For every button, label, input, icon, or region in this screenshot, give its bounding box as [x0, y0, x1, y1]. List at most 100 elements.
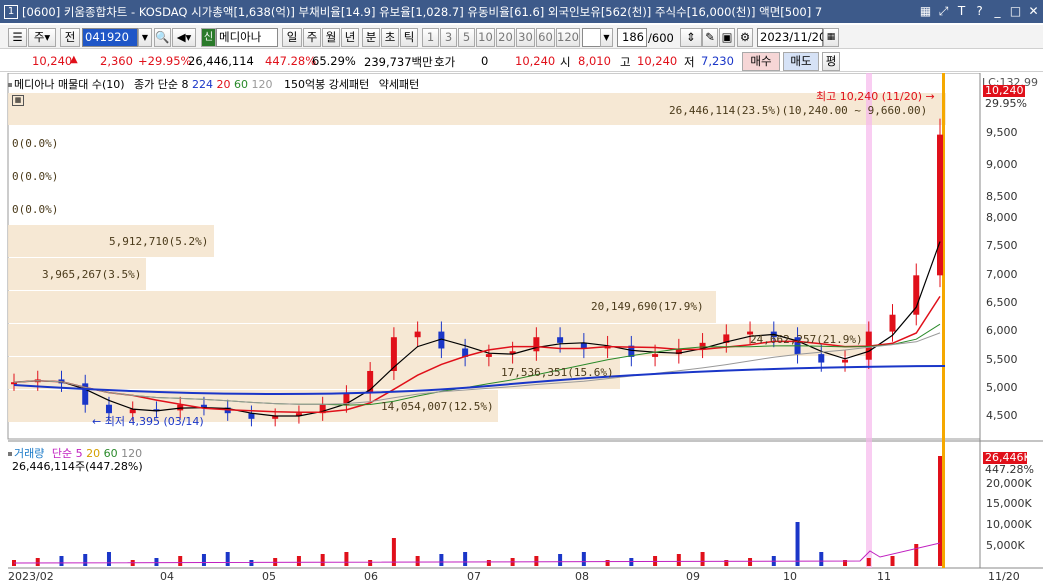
save-icon[interactable]: ▣: [719, 28, 735, 47]
help-icon[interactable]: ?: [972, 3, 987, 19]
legend-marker: [8, 83, 12, 87]
interval-120-button[interactable]: 120: [556, 28, 580, 47]
volume-bar: [320, 554, 325, 566]
speaker-icon[interactable]: ◀▾: [172, 28, 196, 47]
close-icon[interactable]: ✕: [1026, 3, 1041, 19]
stock-code-input[interactable]: 041920: [82, 28, 138, 47]
volume-bar: [225, 552, 230, 566]
calendar-icon[interactable]: ▦: [823, 28, 839, 47]
period-month-button[interactable]: 월: [322, 28, 340, 47]
chart-svg[interactable]: [0, 73, 1043, 586]
time-label-may: 05: [262, 570, 276, 583]
volume-bar: [106, 552, 111, 566]
gear-icon[interactable]: ⚙: [737, 28, 753, 47]
open-label: 시: [560, 55, 571, 69]
volume-bar: [486, 560, 491, 566]
interval-20-button[interactable]: 20: [496, 28, 515, 47]
candle-body: [652, 354, 659, 357]
high-label: 고: [620, 55, 631, 69]
volume-bar: [154, 558, 159, 566]
vtick-5000: 5,000K: [986, 539, 1025, 552]
legend-pattern-bull: 150억봉 강세패턴: [284, 78, 370, 91]
candle-body: [889, 314, 896, 332]
hamburger-icon[interactable]: ☰: [8, 28, 27, 47]
vtick-10000: 10,000K: [986, 518, 1032, 531]
highlight-column: [866, 73, 872, 568]
type-dropdown[interactable]: 주▾: [28, 28, 56, 47]
font-icon[interactable]: T: [954, 3, 969, 19]
interval-dropdown-icon[interactable]: ▼: [600, 28, 613, 47]
open-value: 8,010: [578, 54, 611, 68]
tick-8000: 8,000: [986, 211, 1018, 224]
interval-30-button[interactable]: 30: [516, 28, 535, 47]
volume-bar: [605, 560, 610, 566]
volume-bar: [344, 552, 349, 566]
vp-label-9: 17,536,351(15.6%): [501, 366, 614, 379]
maximize-icon[interactable]: □: [1008, 3, 1023, 19]
low-label: 저: [684, 55, 695, 69]
chart-area[interactable]: 메디아나 매물대 수(10) 종가 단순 8 224 20 60 120 150…: [0, 73, 1043, 586]
volume-bar: [914, 544, 919, 566]
date-input[interactable]: 2023/11/20: [757, 28, 826, 47]
low-annotation: ← 최저 4,395 (03/14): [92, 415, 204, 428]
new-badge: 신: [201, 28, 216, 47]
volume-summary: 26,446,114주(447.28%): [12, 460, 143, 473]
candle-body: [937, 134, 943, 276]
tick-7500: 7,500: [986, 239, 1018, 252]
period-label: 월: [325, 30, 337, 44]
vp-label-6: 3,965,267(3.5%): [42, 268, 142, 281]
vtick-20000: 20,000K: [986, 477, 1032, 490]
prev-button[interactable]: 전: [60, 28, 80, 47]
time-label-jul: 07: [467, 570, 481, 583]
interval-3-button[interactable]: 3: [440, 28, 457, 47]
period-day-button[interactable]: 일: [282, 28, 302, 47]
interval-60-button[interactable]: 60: [536, 28, 555, 47]
current-value: 10,240: [515, 54, 556, 68]
high-value: 10,240: [637, 54, 678, 68]
period-minute-button[interactable]: 분: [362, 28, 380, 47]
interval-1-button[interactable]: 1: [422, 28, 439, 47]
minimize-icon[interactable]: _: [990, 3, 1005, 19]
volume-bar: [676, 554, 681, 566]
pyeong-button[interactable]: 평: [822, 52, 840, 71]
legend-ma-224: 224: [192, 78, 214, 91]
period-label: 일: [286, 30, 298, 44]
link-icon[interactable]: ⤢: [936, 3, 951, 19]
period-tick-button[interactable]: 틱: [400, 28, 418, 47]
legend-title: 메디아나 매물대 수(10): [14, 78, 125, 91]
vp-label-4: 0(0.0%): [12, 203, 59, 216]
buy-button[interactable]: 매수: [742, 52, 780, 71]
code-dropdown-icon[interactable]: ▼: [138, 28, 152, 47]
volume-bar: [819, 552, 824, 566]
title-bar: 1 [0600] 키움종합차트 - KOSDAQ 시가총액[1,638(억)] …: [0, 0, 1043, 23]
grid-icon[interactable]: ▦: [918, 3, 933, 19]
count-input[interactable]: 186: [617, 28, 647, 47]
period-label: 년: [344, 30, 356, 44]
candle-body: [818, 354, 825, 363]
legend-ma-label: 종가 단순: [134, 78, 179, 91]
sell-button[interactable]: 매도: [783, 52, 819, 71]
period-year-button[interactable]: 년: [341, 28, 359, 47]
magnifier-icon[interactable]: 🔍: [154, 28, 171, 47]
interval-10-button[interactable]: 10: [476, 28, 495, 47]
vp-label-1: 26,446,114(23.5%)(10,240.00 ~ 9,660.00): [669, 104, 928, 117]
time-label-nov: 11: [877, 570, 891, 583]
table-icon[interactable]: ▦: [12, 95, 24, 106]
interval-5-button[interactable]: 5: [458, 28, 475, 47]
period-second-button[interactable]: 초: [381, 28, 399, 47]
change-pct: +29.95%: [138, 54, 192, 68]
last-pct-label: 29.95%: [985, 97, 1027, 110]
tick-6000: 6,000: [986, 324, 1018, 337]
drawing-icon[interactable]: ✎: [702, 28, 718, 47]
quote-bar: 10,240 ▲ 2,360 +29.95% 26,446,114 447.28…: [0, 51, 1043, 72]
last-price-tag: 10,240: [983, 84, 1025, 97]
volume-bar: [700, 552, 705, 566]
volume-value: 26,446,114: [188, 54, 254, 68]
legend-ma-120: 120: [251, 78, 273, 91]
legend-pattern-bear: 약세패턴: [378, 78, 420, 91]
period-week-button[interactable]: 주: [303, 28, 321, 47]
volume-bar: [748, 558, 753, 566]
amount-value: 239,737백만: [364, 55, 433, 69]
indicator-icon[interactable]: ⇕: [680, 28, 702, 47]
window-number: 1: [4, 4, 18, 19]
